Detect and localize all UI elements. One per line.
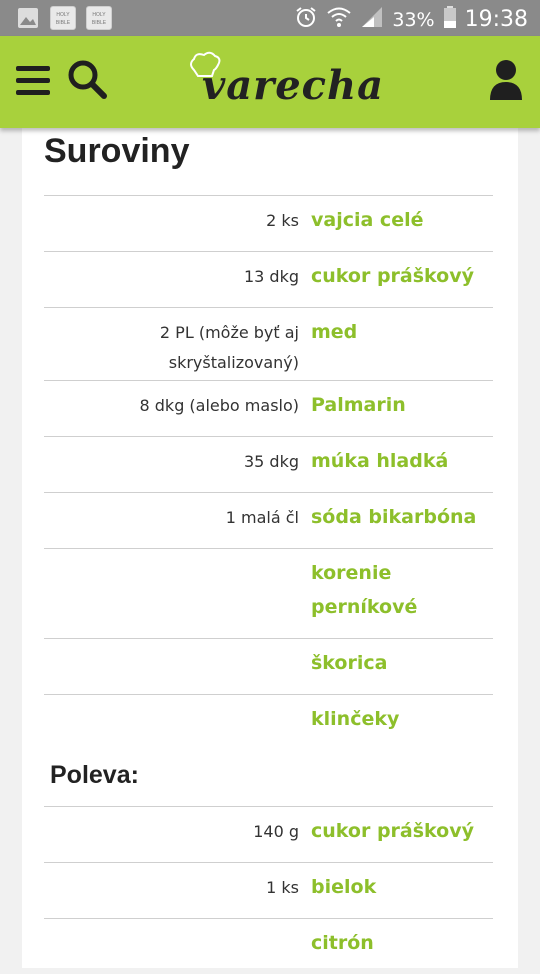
ingredient-name[interactable]: vajcia celé — [311, 196, 493, 245]
ingredient-row: 8 dkg (alebo maslo) Palmarin — [44, 380, 493, 436]
alarm-icon — [294, 5, 318, 34]
logo[interactable]: varecha — [188, 48, 398, 109]
ingredient-amount: 1 ks — [266, 878, 299, 897]
ingredient-name[interactable]: klinčeky — [311, 695, 493, 744]
signal-icon — [360, 5, 384, 34]
ingredients-title: Suroviny — [44, 132, 190, 170]
menu-icon[interactable] — [16, 66, 50, 96]
ingredient-row: 13 dkg cukor práškový — [44, 251, 493, 307]
ingredient-name[interactable]: sóda bikarbóna — [311, 493, 493, 542]
ingredient-name[interactable]: múka hladká — [311, 437, 493, 486]
ingredient-amount: 2 PL (môže byť aj skryštalizovaný) — [159, 323, 299, 372]
logo-text: varecha — [202, 62, 385, 109]
app-header: varecha — [0, 36, 540, 128]
ingredient-row: 1 ks bielok — [44, 862, 493, 918]
ingredient-row: 2 ks vajcia celé — [44, 195, 493, 251]
ingredient-row: 35 dkg múka hladká — [44, 436, 493, 492]
ingredient-amount: 8 dkg (alebo maslo) — [139, 396, 300, 415]
user-account-icon[interactable] — [488, 58, 524, 102]
ingredient-amount: 2 ks — [266, 211, 299, 230]
wifi-icon — [326, 5, 352, 34]
battery-percent: 33% — [392, 8, 435, 31]
ingredient-name[interactable]: korenie perníkové — [311, 549, 461, 632]
bible-app-icon: HOLY BIBLE — [50, 6, 76, 30]
ingredient-name[interactable]: škorica — [311, 639, 493, 688]
ingredient-name[interactable]: Palmarin — [311, 381, 493, 430]
ingredient-amount: 140 g — [253, 822, 299, 841]
ingredients-card: Suroviny 2 ks vajcia celé 13 dkg cukor p… — [22, 128, 518, 968]
battery-icon — [443, 5, 457, 34]
ingredient-row: 2 PL (môže byť aj skryštalizovaný) med — [44, 307, 493, 380]
ingredient-row: 1 malá čl sóda bikarbóna — [44, 492, 493, 548]
search-icon[interactable] — [66, 58, 108, 100]
ingredient-name[interactable]: cukor práškový — [311, 807, 493, 856]
ingredient-name[interactable]: citrón — [311, 919, 493, 968]
ingredient-row: korenie perníkové — [44, 548, 493, 638]
ingredient-name[interactable]: cukor práškový — [311, 252, 493, 301]
status-bar: HOLY BIBLE HOLY BIBLE 33% 19:38 — [0, 0, 540, 36]
ingredient-row: citrón — [44, 918, 493, 974]
clock: 19:38 — [464, 7, 528, 32]
gallery-icon — [16, 6, 40, 30]
ingredient-amount: 13 dkg — [243, 267, 299, 286]
section-title-glaze: Poleva: — [50, 761, 139, 789]
bible-app-icon-2: HOLY BIBLE — [86, 6, 112, 30]
ingredient-row: škorica — [44, 638, 493, 694]
ingredient-amount: 35 dkg — [243, 452, 299, 471]
ingredient-name[interactable]: med — [311, 308, 493, 357]
ingredient-row: klinčeky — [44, 694, 493, 750]
ingredient-name[interactable]: bielok — [311, 863, 493, 912]
ingredient-list: 2 ks vajcia celé 13 dkg cukor práškový 2… — [44, 195, 493, 974]
ingredient-row: 140 g cukor práškový — [44, 806, 493, 862]
ingredient-amount: 1 malá čl — [225, 508, 299, 527]
